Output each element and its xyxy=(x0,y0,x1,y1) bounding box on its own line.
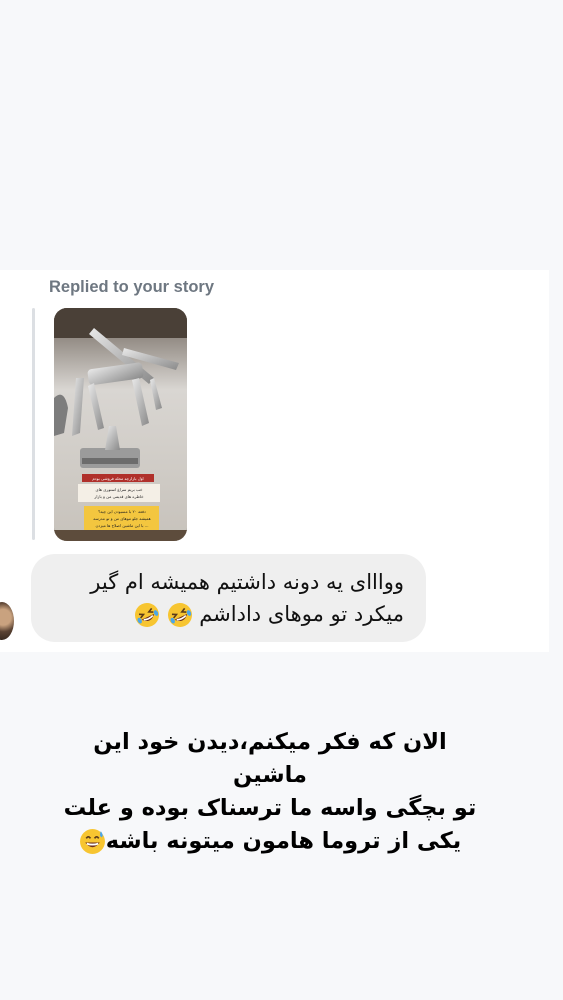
replied-to-story-label: Replied to your story xyxy=(49,278,215,296)
grinning-sweat-emoji xyxy=(79,829,105,854)
story-thumbnail[interactable]: اول بازارچه محله فروشی بودم خب بریم سراغ… xyxy=(54,308,187,541)
message-bubble[interactable]: وواااى يه دونه داشتيم هميشه ام گير ميكرد… xyxy=(31,554,426,642)
story-text-bottom-1: دفعه ۲۰ با مسبودن این چیه؟ xyxy=(98,509,146,514)
story-text-bottom-2: همیشه جلو موهای من و تو مدرسه xyxy=(93,516,150,521)
message-line-2: ميكرد تو موهاى داداشم xyxy=(31,598,404,630)
rolling-on-floor-laughing-emoji xyxy=(167,603,192,627)
story-caption: الان که فکر میکنم،دیدن خود این ماشین تو … xyxy=(60,726,480,858)
caption-line-1: الان که فکر میکنم،دیدن خود این ماشین xyxy=(93,729,447,788)
caption-line-2: تو بچگی واسه ما ترسناک بوده و علت xyxy=(63,795,477,821)
message-line-1: وواااى يه دونه داشتيم هميشه ام گير xyxy=(90,570,404,594)
story-banner-text: اول بازارچه محله فروشی بودم xyxy=(92,476,143,481)
story-text-line-2: خاطره های قدیمی من و بازار xyxy=(93,494,144,499)
story-image: اول بازارچه محله فروشی بودم خب بریم سراغ… xyxy=(54,308,187,541)
rolling-on-floor-laughing-emoji xyxy=(134,603,159,627)
reply-quote-bar xyxy=(32,308,35,540)
story-text-bottom-3: با این ماشین اصلاح ها میزدن ... xyxy=(95,523,148,528)
message-text: وواااى يه دونه داشتيم هميشه ام گير ميكرد… xyxy=(31,566,404,630)
story-text-line-1: خب بریم سراغ استوری های xyxy=(96,487,143,492)
caption-line-3: یکی از تروما هامون میتونه باشه xyxy=(60,825,480,858)
